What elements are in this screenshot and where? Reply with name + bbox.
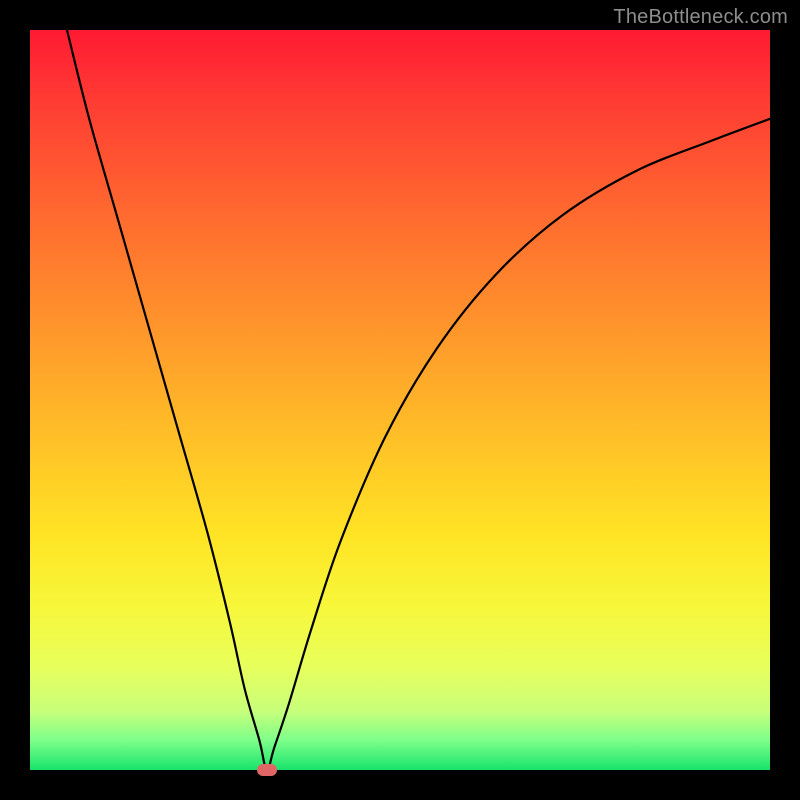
- chart-frame: TheBottleneck.com: [0, 0, 800, 800]
- watermark-text: TheBottleneck.com: [613, 6, 788, 29]
- min-marker: [257, 764, 277, 776]
- curve-svg: [30, 30, 770, 770]
- bottleneck-curve: [67, 30, 770, 770]
- plot-area: [30, 30, 770, 770]
